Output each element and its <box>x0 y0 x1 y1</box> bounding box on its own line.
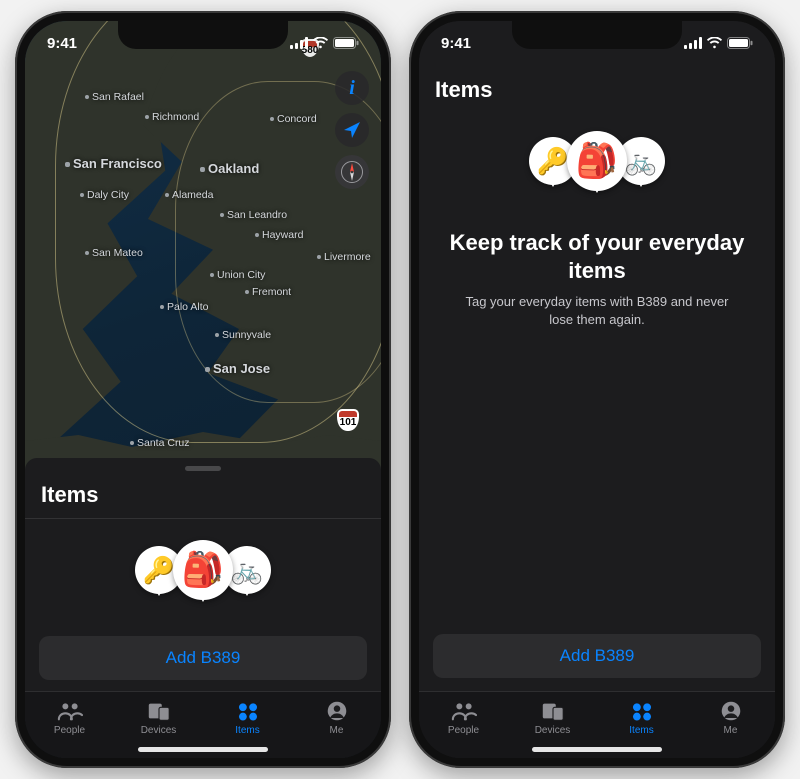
sheet-grabber[interactable] <box>185 466 221 471</box>
tab-label: People <box>448 725 479 736</box>
city-label: Union City <box>210 269 265 281</box>
me-icon <box>718 699 744 723</box>
city-label: Hayward <box>255 229 303 241</box>
city-label: Livermore <box>317 251 371 263</box>
city-label: Fremont <box>245 286 291 298</box>
items-icon <box>235 699 261 723</box>
subline: Tag your everyday items with B389 and ne… <box>453 293 741 329</box>
status-time: 9:41 <box>441 35 471 52</box>
city-label: Alameda <box>165 189 213 201</box>
tab-label: Devices <box>535 725 571 736</box>
battery-icon <box>727 37 753 49</box>
phone-left: 9:41 101 580 San RafaelRichmondConcordSa… <box>15 11 391 768</box>
tab-people[interactable]: People <box>419 692 508 758</box>
city-label: San Rafael <box>85 91 144 103</box>
battery-icon <box>333 37 359 49</box>
tab-me[interactable]: Me <box>686 692 775 758</box>
home-indicator[interactable] <box>532 747 662 752</box>
city-label: Richmond <box>145 111 199 123</box>
cellular-icon <box>290 37 308 49</box>
city-label: Oakland <box>200 161 259 176</box>
people-icon <box>57 699 83 723</box>
divider <box>25 518 381 519</box>
people-icon <box>451 699 477 723</box>
tab-label: Devices <box>141 725 177 736</box>
wifi-icon <box>312 37 329 49</box>
cellular-icon <box>684 37 702 49</box>
backpack-icon: 🎒 <box>173 540 233 600</box>
city-label: Daly City <box>80 189 129 201</box>
me-icon <box>324 699 350 723</box>
home-indicator[interactable] <box>138 747 268 752</box>
phone-right: 9:41 Items 🔑 🎒 🚲 Keep track of your ever… <box>409 11 785 768</box>
tab-label: Me <box>330 725 344 736</box>
tab-label: Items <box>629 725 653 736</box>
add-item-button[interactable]: Add B389 <box>39 636 367 680</box>
item-icons: 🔑 🎒 🚲 <box>135 540 271 600</box>
city-label: Santa Cruz <box>130 437 190 449</box>
tab-label: Items <box>235 725 259 736</box>
city-label: Concord <box>270 113 317 125</box>
devices-icon <box>146 699 172 723</box>
city-label: Palo Alto <box>160 301 208 313</box>
add-item-button[interactable]: Add B389 <box>433 634 761 678</box>
wifi-icon <box>706 37 723 49</box>
notch <box>512 21 682 49</box>
city-label: San Mateo <box>85 247 143 259</box>
compass-button[interactable] <box>335 155 369 189</box>
panel-title: Items <box>435 77 492 103</box>
devices-icon <box>540 699 566 723</box>
city-label: Sunnyvale <box>215 329 271 341</box>
notch <box>118 21 288 49</box>
city-label: San Leandro <box>220 209 287 221</box>
item-icons: 🔑 🎒 🚲 <box>529 131 665 191</box>
status-time: 9:41 <box>47 35 77 52</box>
city-label: San Jose <box>205 361 270 376</box>
items-icon <box>629 699 655 723</box>
info-button[interactable] <box>335 71 369 105</box>
locate-button[interactable] <box>335 113 369 147</box>
headline: Keep track of your everyday items <box>443 229 751 284</box>
sheet-title: Items <box>41 482 98 508</box>
backpack-icon: 🎒 <box>567 131 627 191</box>
tab-label: Me <box>724 725 738 736</box>
tab-people[interactable]: People <box>25 692 114 758</box>
tab-label: People <box>54 725 85 736</box>
items-panel: Items 🔑 🎒 🚲 Keep track of your everyday … <box>419 21 775 758</box>
city-label: San Francisco <box>65 156 162 171</box>
tab-me[interactable]: Me <box>292 692 381 758</box>
